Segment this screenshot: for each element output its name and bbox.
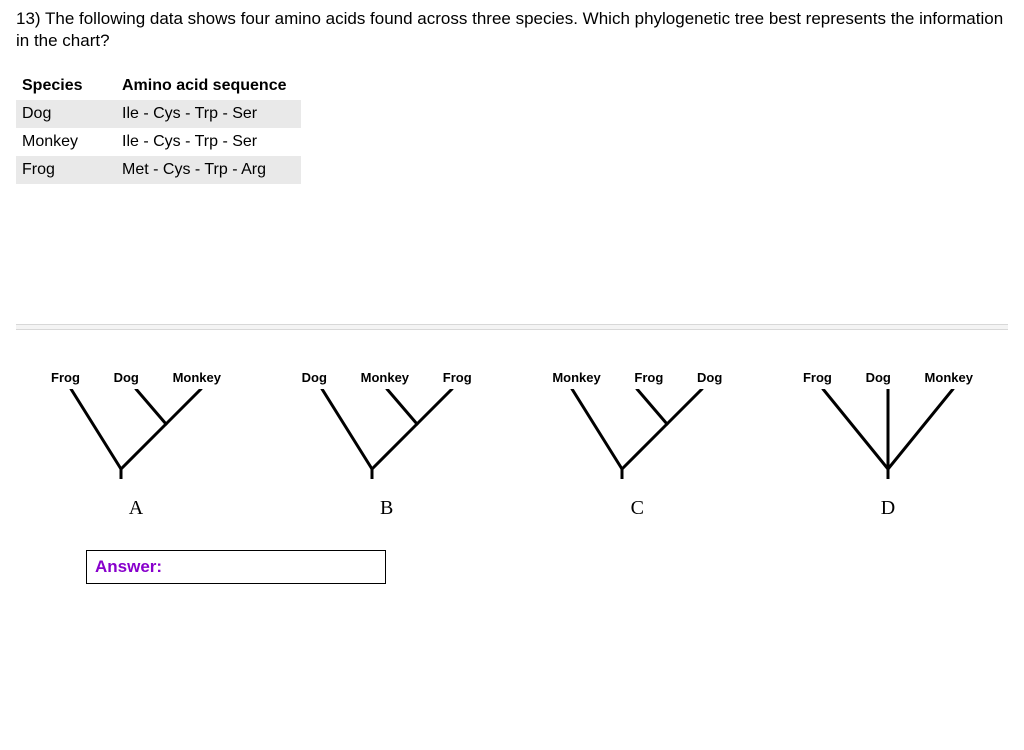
table-header-sequence: Amino acid sequence xyxy=(116,72,301,100)
table-header-species: Species xyxy=(16,72,116,100)
cell-species: Monkey xyxy=(16,128,116,156)
cell-species: Dog xyxy=(16,100,116,128)
species-table: Species Amino acid sequence Dog Ile - Cy… xyxy=(16,72,301,184)
cell-species: Frog xyxy=(16,156,116,184)
phylo-tree-icon xyxy=(552,389,722,479)
taxon-label: Frog xyxy=(634,370,663,385)
option-c: Monkey Frog Dog C xyxy=(537,370,737,520)
option-a: Frog Dog Monkey A xyxy=(36,370,236,520)
taxon-label: Monkey xyxy=(173,370,221,385)
cell-sequence: Ile - Cys - Trp - Ser xyxy=(116,128,301,156)
phylo-tree-icon xyxy=(803,389,973,479)
option-d: Frog Dog Monkey D xyxy=(788,370,988,520)
answer-label: Answer: xyxy=(95,557,162,577)
taxon-label: Frog xyxy=(51,370,80,385)
option-letter: D xyxy=(881,497,895,520)
taxon-label: Dog xyxy=(302,370,327,385)
taxon-label: Frog xyxy=(803,370,832,385)
taxon-label: Dog xyxy=(114,370,139,385)
answer-input[interactable]: Answer: xyxy=(86,550,386,584)
table-row: Frog Met - Cys - Trp - Arg xyxy=(16,156,301,184)
taxon-label: Monkey xyxy=(361,370,409,385)
option-b: Dog Monkey Frog B xyxy=(287,370,487,520)
phylo-tree-icon xyxy=(51,389,221,479)
question-text: 13) The following data shows four amino … xyxy=(16,8,1008,52)
phylo-tree-icon xyxy=(302,389,472,479)
table-row: Dog Ile - Cys - Trp - Ser xyxy=(16,100,301,128)
table-row: Monkey Ile - Cys - Trp - Ser xyxy=(16,128,301,156)
option-letter: C xyxy=(631,497,644,520)
options-row: Frog Dog Monkey A Dog Monkey Frog xyxy=(16,370,1008,520)
cell-sequence: Met - Cys - Trp - Arg xyxy=(116,156,301,184)
option-letter: B xyxy=(380,497,393,520)
cell-sequence: Ile - Cys - Trp - Ser xyxy=(116,100,301,128)
taxon-label: Frog xyxy=(443,370,472,385)
taxon-label: Dog xyxy=(866,370,891,385)
taxon-label: Dog xyxy=(697,370,722,385)
taxon-label: Monkey xyxy=(552,370,600,385)
taxon-label: Monkey xyxy=(925,370,973,385)
option-letter: A xyxy=(129,497,143,520)
horizontal-divider xyxy=(16,324,1008,330)
